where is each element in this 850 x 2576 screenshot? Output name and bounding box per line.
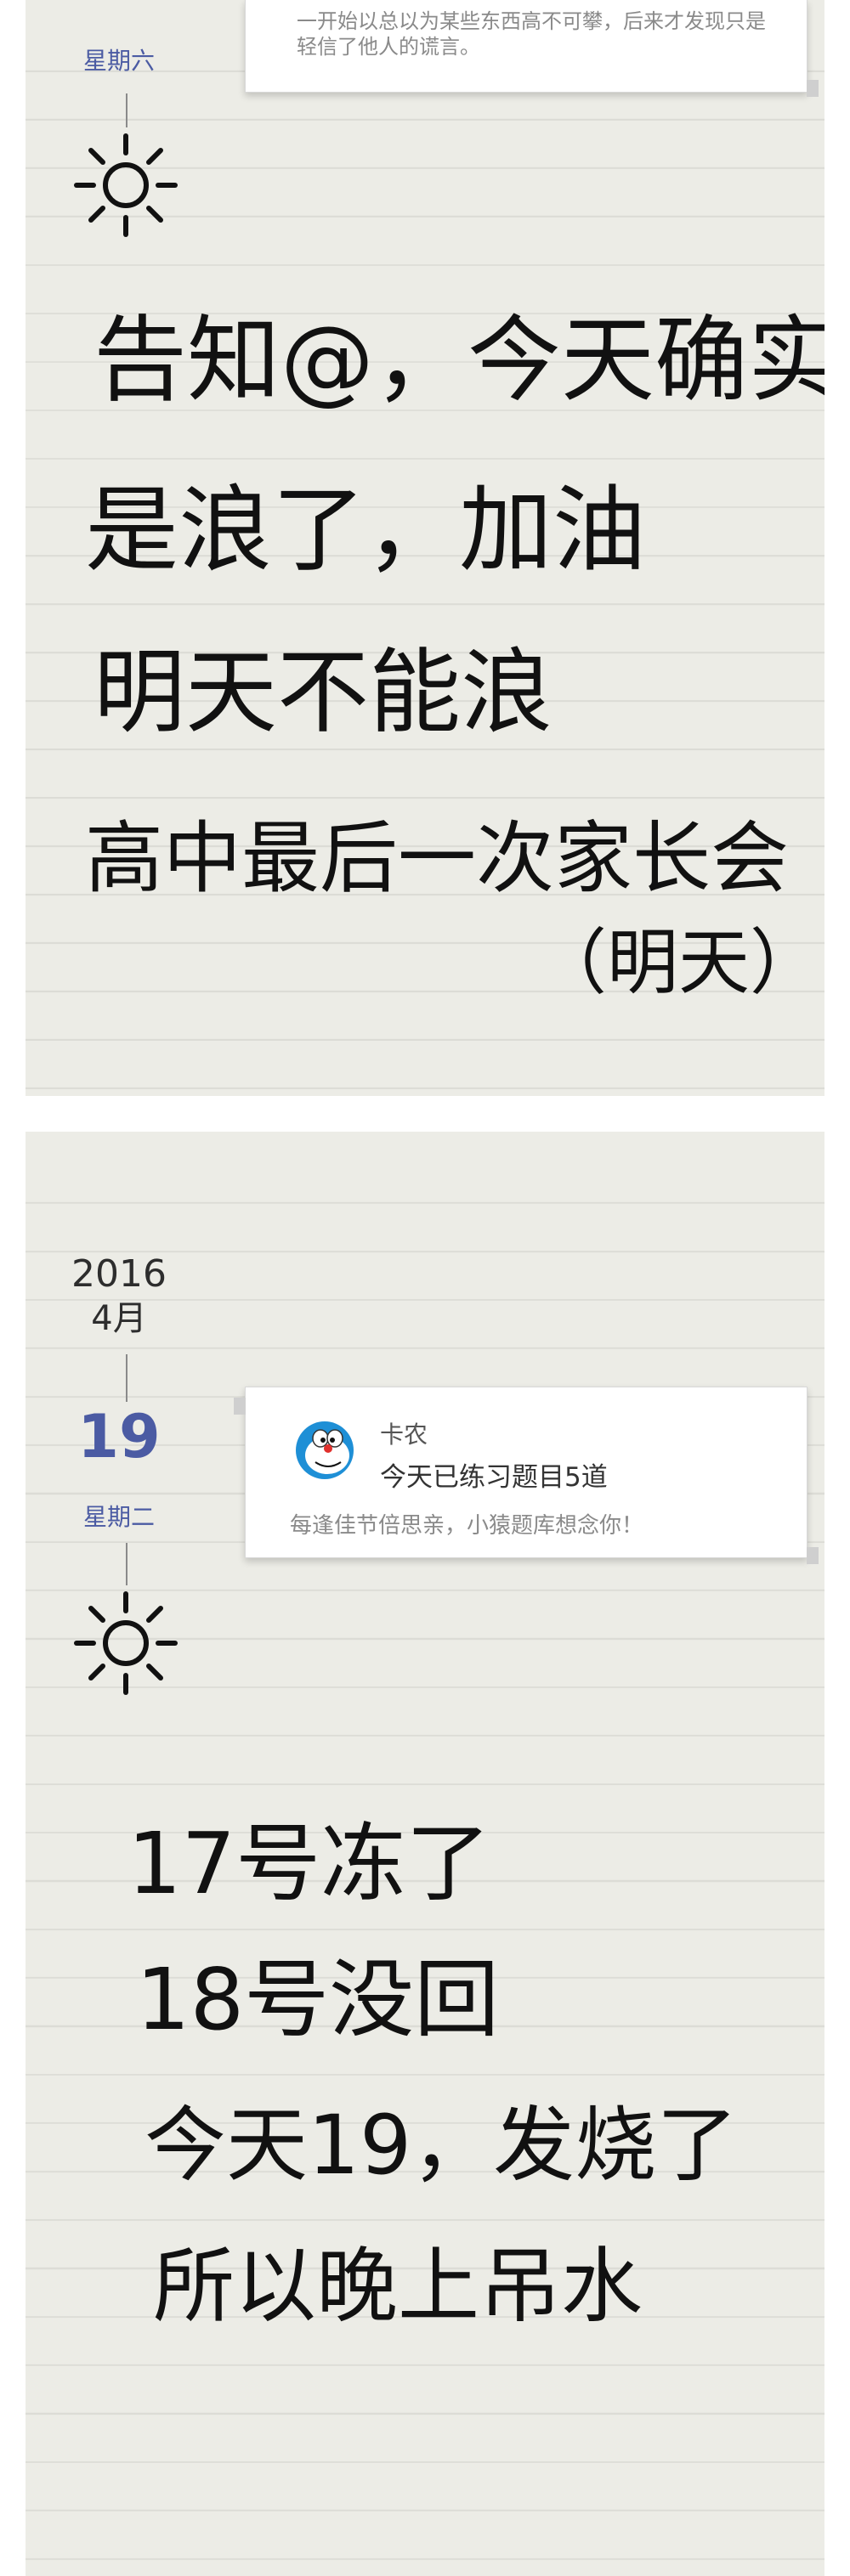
- handwriting-line: 告知@，今天确实: [94, 306, 824, 415]
- handwriting-line: 所以晚上吊水: [153, 2239, 643, 2334]
- handwriting-line: 高中最后一次家长会: [85, 813, 789, 904]
- handwritten-note: 17号冻了 18号没回 今天19，发烧了 所以晚上吊水: [128, 1814, 738, 2334]
- diary-entry-card[interactable]: 星期六 一开始以总以为某些东西高不可攀，后来才发现只是轻信了他人的谎言。 告知@…: [26, 0, 824, 1096]
- diary-entry-card[interactable]: 2016 4月 19 星期二 卡农 今天已练习题目5道 每逢佳节倍思亲，小猿题库…: [26, 1132, 824, 2576]
- handwriting-line: 17号冻了: [128, 1814, 490, 1913]
- handwriting-line: 18号没回: [136, 1950, 499, 2049]
- handwriting-line: （明天）: [536, 921, 821, 1004]
- handwriting-line: 是浪了，加油: [85, 476, 646, 585]
- handwriting-line: 明天不能浪: [94, 640, 552, 746]
- handwritten-note: 告知@，今天确实 是浪了，加油 明天不能浪 高中最后一次家长会 （明天）: [85, 306, 824, 1004]
- handwriting-line: 今天19，发烧了: [144, 2098, 738, 2193]
